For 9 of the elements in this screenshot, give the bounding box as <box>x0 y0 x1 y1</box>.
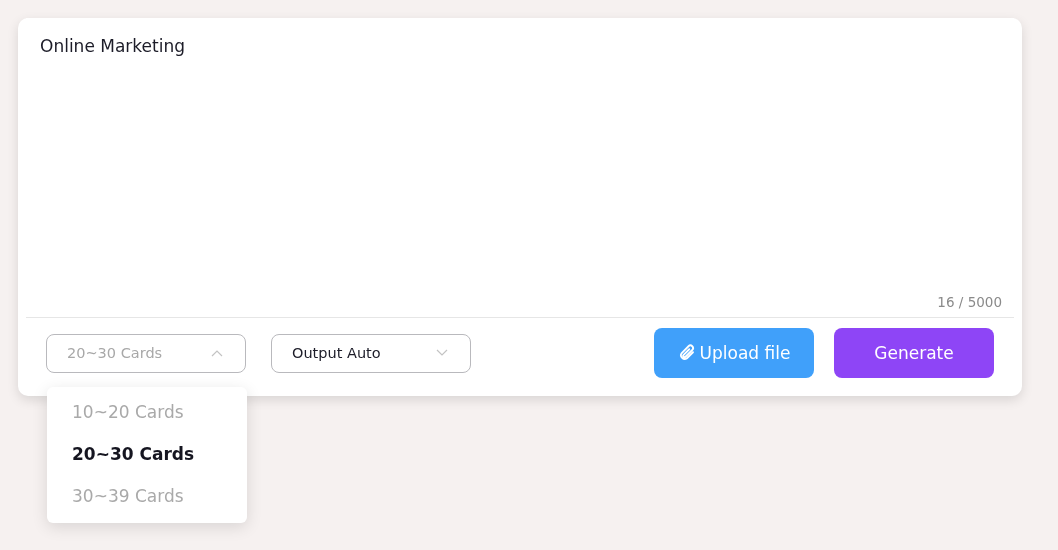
dropdown-select[interactable]: Output Auto <box>271 333 471 373</box>
upload-button[interactable]: Upload file <box>654 328 814 378</box>
generate-button[interactable]: Generate <box>834 328 994 378</box>
character-counter: 16 / 5000 <box>937 293 1003 312</box>
chevron-up-icon <box>211 349 223 357</box>
menu-item[interactable]: 20~30 Cards <box>47 432 247 475</box>
dropdown-select[interactable]: 20~30 Cards <box>46 333 246 373</box>
chevron-down-icon <box>436 349 448 357</box>
paperclip-icon <box>677 344 696 362</box>
